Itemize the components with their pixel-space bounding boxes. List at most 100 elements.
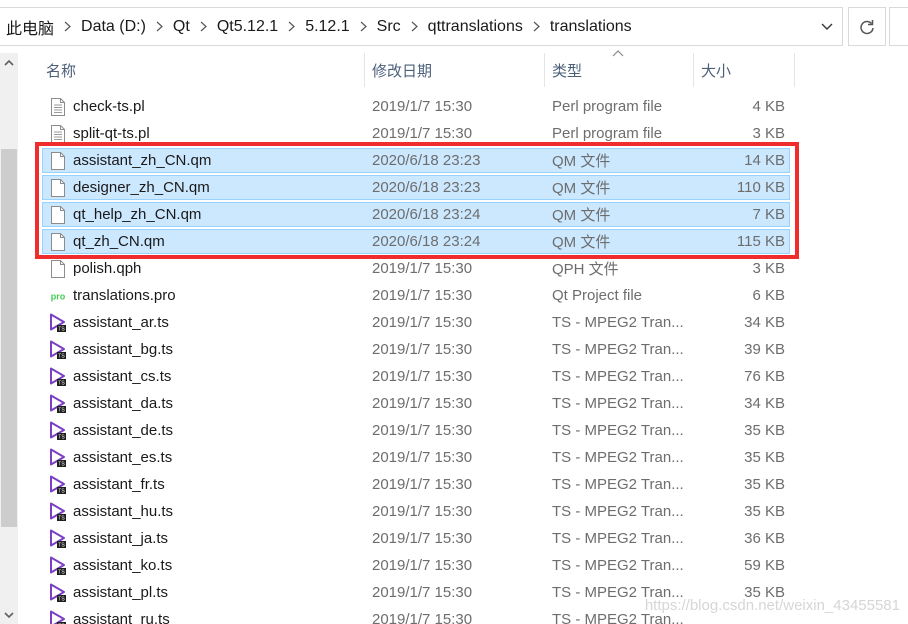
file-modified-date: 2020/6/18 23:24 (372, 206, 481, 223)
scrollbar-thumb[interactable] (1, 149, 17, 527)
file-type: TS - MPEG2 Tran... (552, 557, 684, 574)
chevron-right-icon[interactable] (288, 21, 296, 32)
svg-text:TS: TS (58, 596, 65, 602)
column-divider[interactable] (364, 53, 365, 87)
blank-file-icon (48, 174, 68, 201)
address-bar[interactable]: 此电脑 Data (D:) Qt Qt5.12.1 5.12.1 Src qtt… (0, 7, 843, 46)
file-name[interactable]: qt_help_zh_CN.qm (73, 201, 201, 228)
file-name[interactable]: assistant_da.ts (73, 390, 173, 417)
address-history-dropdown[interactable] (812, 8, 842, 45)
file-name[interactable]: assistant_zh_CN.qm (73, 147, 211, 174)
file-row[interactable]: TS assistant_cs.ts 2019/1/7 15:30 TS - MPEG… (20, 363, 908, 390)
file-name[interactable]: assistant_ja.ts (73, 525, 168, 552)
chevron-right-icon[interactable] (64, 21, 71, 32)
scroll-down-arrow-icon[interactable] (0, 606, 18, 624)
refresh-button[interactable] (848, 7, 886, 46)
file-size: 115 KB (736, 233, 785, 250)
file-name[interactable]: assistant_de.ts (73, 417, 173, 444)
chevron-right-icon[interactable] (156, 21, 163, 32)
file-row[interactable]: TS assistant_da.ts 2019/1/7 15:30 TS - MPEG… (20, 390, 908, 417)
file-modified-date: 2019/1/7 15:30 (372, 503, 473, 520)
file-name[interactable]: designer_zh_CN.qm (73, 174, 210, 201)
file-type: QM 文件 (552, 234, 611, 251)
scroll-up-arrow-icon[interactable] (0, 53, 18, 71)
file-size: 3 KB (752, 260, 785, 277)
ts-file-icon: TS (48, 363, 68, 390)
file-type: QM 文件 (552, 180, 611, 197)
file-row[interactable]: TS assistant_hu.ts 2019/1/7 15:30 TS - MPEG… (20, 498, 908, 525)
file-type: TS - MPEG2 Tran... (552, 314, 684, 331)
file-name[interactable]: assistant_bg.ts (73, 336, 173, 363)
column-divider[interactable] (544, 53, 545, 87)
file-name[interactable]: assistant_hu.ts (73, 498, 173, 525)
file-name[interactable]: assistant_fr.ts (73, 471, 165, 498)
file-modified-date: 2019/1/7 15:30 (372, 98, 473, 115)
file-row[interactable]: polish.qph 2019/1/7 15:30 QPH 文件 3 KB (20, 255, 908, 282)
column-divider[interactable] (794, 53, 795, 87)
file-name[interactable]: assistant_es.ts (73, 444, 172, 471)
file-type: TS - MPEG2 Tran... (552, 530, 684, 547)
file-row[interactable]: check-ts.pl 2019/1/7 15:30 Perl program fi… (20, 93, 908, 120)
breadcrumb-5121[interactable]: 5.12.1 (305, 18, 349, 36)
file-modified-date: 2020/6/18 23:24 (372, 233, 481, 250)
file-name[interactable]: assistant_cs.ts (73, 363, 171, 390)
ts-file-icon: TS (48, 309, 68, 336)
column-header-row: 名称 修改日期 类型 大小 (20, 53, 908, 87)
file-name[interactable]: assistant_ar.ts (73, 309, 169, 336)
file-row[interactable]: TS assistant_de.ts 2019/1/7 15:30 TS - MPEG… (20, 417, 908, 444)
chevron-right-icon[interactable] (200, 21, 207, 32)
breadcrumb-data-drive[interactable]: Data (D:) (81, 18, 146, 36)
file-row[interactable]: TS assistant_fr.ts 2019/1/7 15:30 TS - MPEG… (20, 471, 908, 498)
file-row-selected[interactable]: qt_help_zh_CN.qm 2020/6/18 23:24 QM 文件 7 KB (20, 201, 908, 228)
file-row[interactable]: pro translations.pro 2019/1/7 15:30 Qt Proj… (20, 282, 908, 309)
column-divider[interactable] (693, 53, 694, 87)
breadcrumb-qt[interactable]: Qt (173, 18, 190, 36)
file-row-selected[interactable]: qt_zh_CN.qm 2020/6/18 23:24 QM 文件 115 KB (20, 228, 908, 255)
file-name[interactable]: assistant_pl.ts (73, 579, 168, 606)
breadcrumb-this-pc[interactable]: 此电脑 (6, 15, 54, 39)
chevron-right-icon[interactable] (533, 21, 540, 32)
file-size: 34 KB (744, 395, 785, 412)
ts-file-icon: TS (48, 498, 68, 525)
file-modified-date: 2019/1/7 15:30 (372, 125, 473, 142)
ts-file-icon: TS (48, 552, 68, 579)
file-row[interactable]: TS assistant_ja.ts 2019/1/7 15:30 TS - MPEG… (20, 525, 908, 552)
breadcrumb-qttranslations[interactable]: qttranslations (428, 18, 523, 36)
chevron-right-icon[interactable] (411, 21, 418, 32)
file-row-selected[interactable]: assistant_zh_CN.qm 2020/6/18 23:23 QM 文件 14… (20, 147, 908, 174)
document-icon (48, 93, 68, 120)
file-size: 3 KB (752, 125, 785, 142)
svg-text:TS: TS (58, 380, 65, 386)
file-name[interactable]: polish.qph (73, 255, 141, 282)
column-header-size[interactable]: 大小 (695, 53, 795, 87)
file-row[interactable]: split-qt-ts.pl 2019/1/7 15:30 Perl program… (20, 120, 908, 147)
file-row[interactable]: TS assistant_bg.ts 2019/1/7 15:30 TS - MPEG… (20, 336, 908, 363)
file-name[interactable]: assistant_ru.ts (73, 606, 170, 624)
file-name[interactable]: split-qt-ts.pl (73, 120, 150, 147)
file-row[interactable]: TS assistant_es.ts 2019/1/7 15:30 TS - MPEG… (20, 444, 908, 471)
column-header-date[interactable]: 修改日期 (366, 53, 546, 87)
file-size: 34 KB (744, 314, 785, 331)
file-name[interactable]: check-ts.pl (73, 93, 145, 120)
sort-ascending-icon (612, 50, 624, 57)
file-row-selected[interactable]: designer_zh_CN.qm 2020/6/18 23:23 QM 文件 110… (20, 174, 908, 201)
chevron-right-icon[interactable] (360, 21, 367, 32)
breadcrumb-qt5121[interactable]: Qt5.12.1 (217, 18, 278, 36)
vertical-scrollbar[interactable] (0, 53, 18, 624)
column-header-type[interactable]: 类型 (546, 53, 694, 87)
ts-file-icon: TS (48, 336, 68, 363)
file-name[interactable]: assistant_ko.ts (73, 552, 172, 579)
breadcrumb-translations[interactable]: translations (550, 18, 632, 36)
file-type: Perl program file (552, 125, 663, 142)
search-box-edge[interactable] (889, 7, 908, 46)
file-row[interactable]: TS assistant_ko.ts 2019/1/7 15:30 TS - MPEG… (20, 552, 908, 579)
file-name[interactable]: qt_zh_CN.qm (73, 228, 165, 255)
svg-text:TS: TS (58, 542, 65, 548)
file-row[interactable]: TS assistant_ar.ts 2019/1/7 15:30 TS - MPEG… (20, 309, 908, 336)
file-name[interactable]: translations.pro (73, 282, 176, 309)
column-header-name[interactable]: 名称 (40, 53, 364, 87)
breadcrumb-src[interactable]: Src (377, 18, 401, 36)
svg-text:TS: TS (58, 353, 65, 359)
file-modified-date: 2019/1/7 15:30 (372, 557, 473, 574)
file-size: 6 KB (752, 287, 785, 304)
